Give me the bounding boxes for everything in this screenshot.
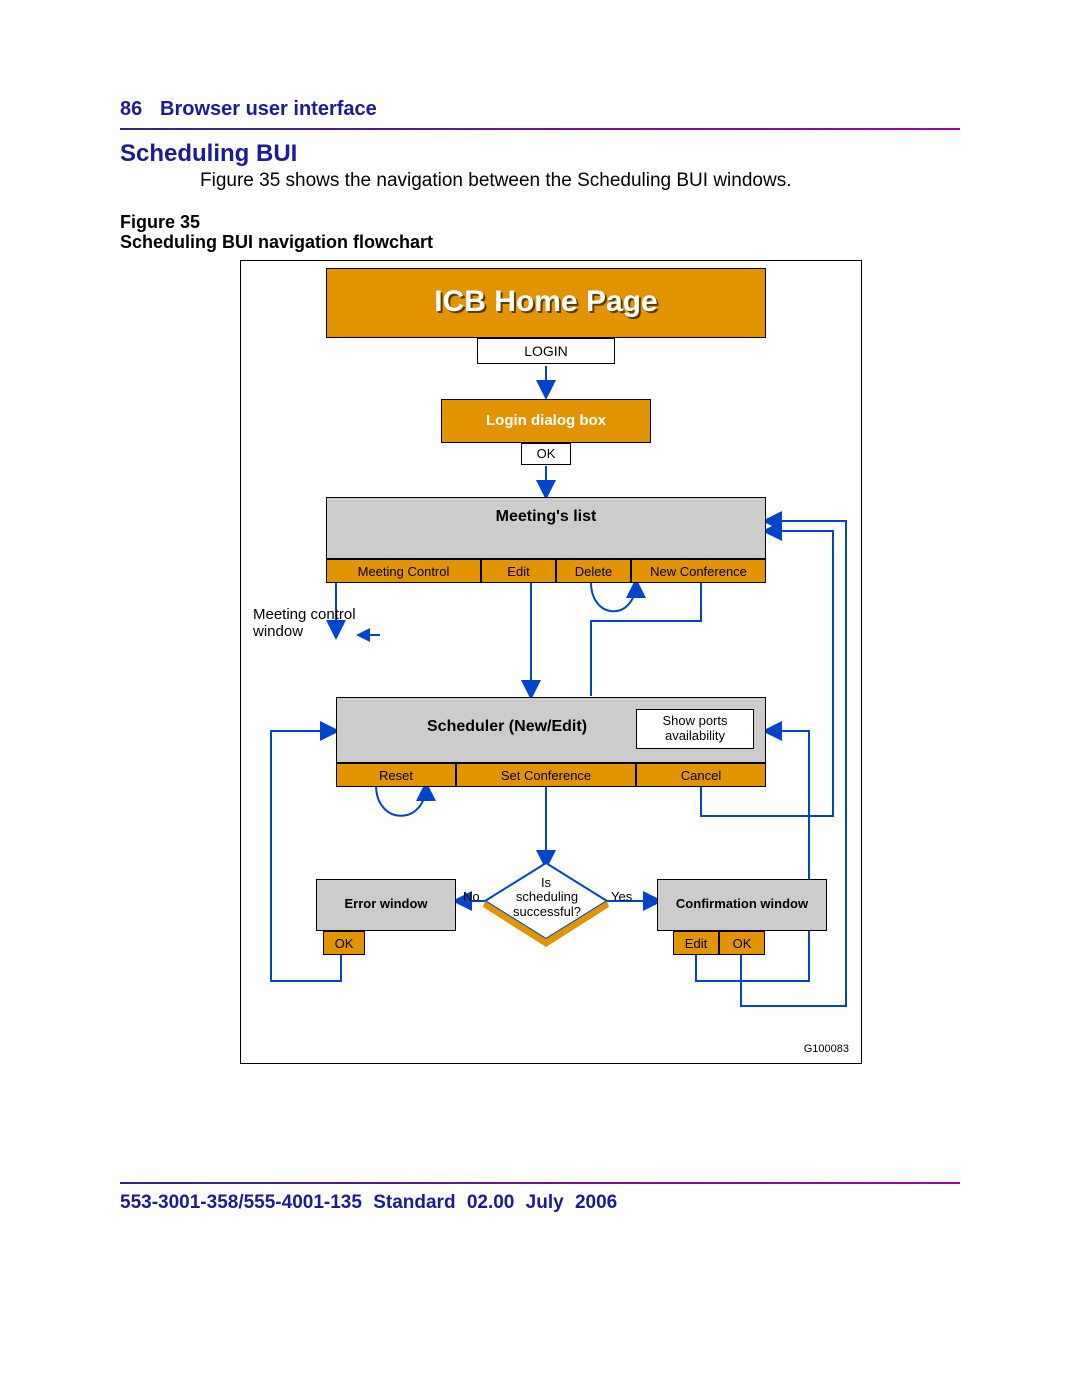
new-conference-button: New Conference (631, 559, 766, 583)
meeting-control-button: Meeting Control (326, 559, 481, 583)
edit-button: Edit (481, 559, 556, 583)
show-ports-box: Show ports availability (636, 709, 754, 749)
login-button: LOGIN (477, 338, 615, 364)
document-page: 86 Browser user interface Scheduling BUI… (0, 0, 1080, 1397)
section-heading: Scheduling BUI (120, 140, 297, 168)
login-ok-button: OK (521, 443, 571, 465)
meetings-list-label: Meeting's list (327, 508, 765, 526)
header-rule (120, 128, 960, 130)
cancel-button: Cancel (636, 763, 766, 787)
no-label: No (463, 889, 480, 904)
meetings-list-box: Meeting's list (326, 497, 766, 559)
confirmation-ok-button: OK (719, 931, 765, 955)
set-conference-button: Set Conference (456, 763, 636, 787)
intro-paragraph: Figure 35 shows the navigation between t… (200, 170, 960, 192)
yes-label: Yes (611, 889, 632, 904)
confirmation-edit-button: Edit (673, 931, 719, 955)
icb-home-page-title: ICB Home Page (327, 285, 765, 319)
footer-rule (120, 1182, 960, 1184)
footer-text: 553-3001-358/555-4001-135 Standard 02.00… (120, 1192, 617, 1214)
figure-id: G100083 (804, 1043, 849, 1055)
decision-line2: scheduling (511, 889, 583, 904)
reset-button: Reset (336, 763, 456, 787)
show-ports-line2: availability (637, 728, 753, 743)
figure-label: Figure 35 (120, 212, 200, 233)
login-dialog-box: Login dialog box (441, 399, 651, 443)
figure-caption: Scheduling BUI navigation flowchart (120, 232, 433, 253)
arrow-left-icon (356, 627, 380, 643)
error-window-box: Error window (316, 879, 456, 931)
show-ports-line1: Show ports (637, 713, 753, 728)
icb-home-page-box: ICB Home Page (326, 268, 766, 338)
page-header: Browser user interface (160, 98, 377, 121)
flowchart-diagram: ICB Home Page LOGIN Login dialog box OK … (240, 260, 862, 1064)
delete-button: Delete (556, 559, 631, 583)
page-number: 86 (120, 98, 142, 121)
confirmation-window-box: Confirmation window (657, 879, 827, 931)
error-ok-button: OK (323, 931, 365, 955)
decision-line1: Is (521, 875, 571, 890)
decision-line3: successful? (509, 904, 585, 919)
login-dialog-label: Login dialog box (442, 412, 650, 429)
